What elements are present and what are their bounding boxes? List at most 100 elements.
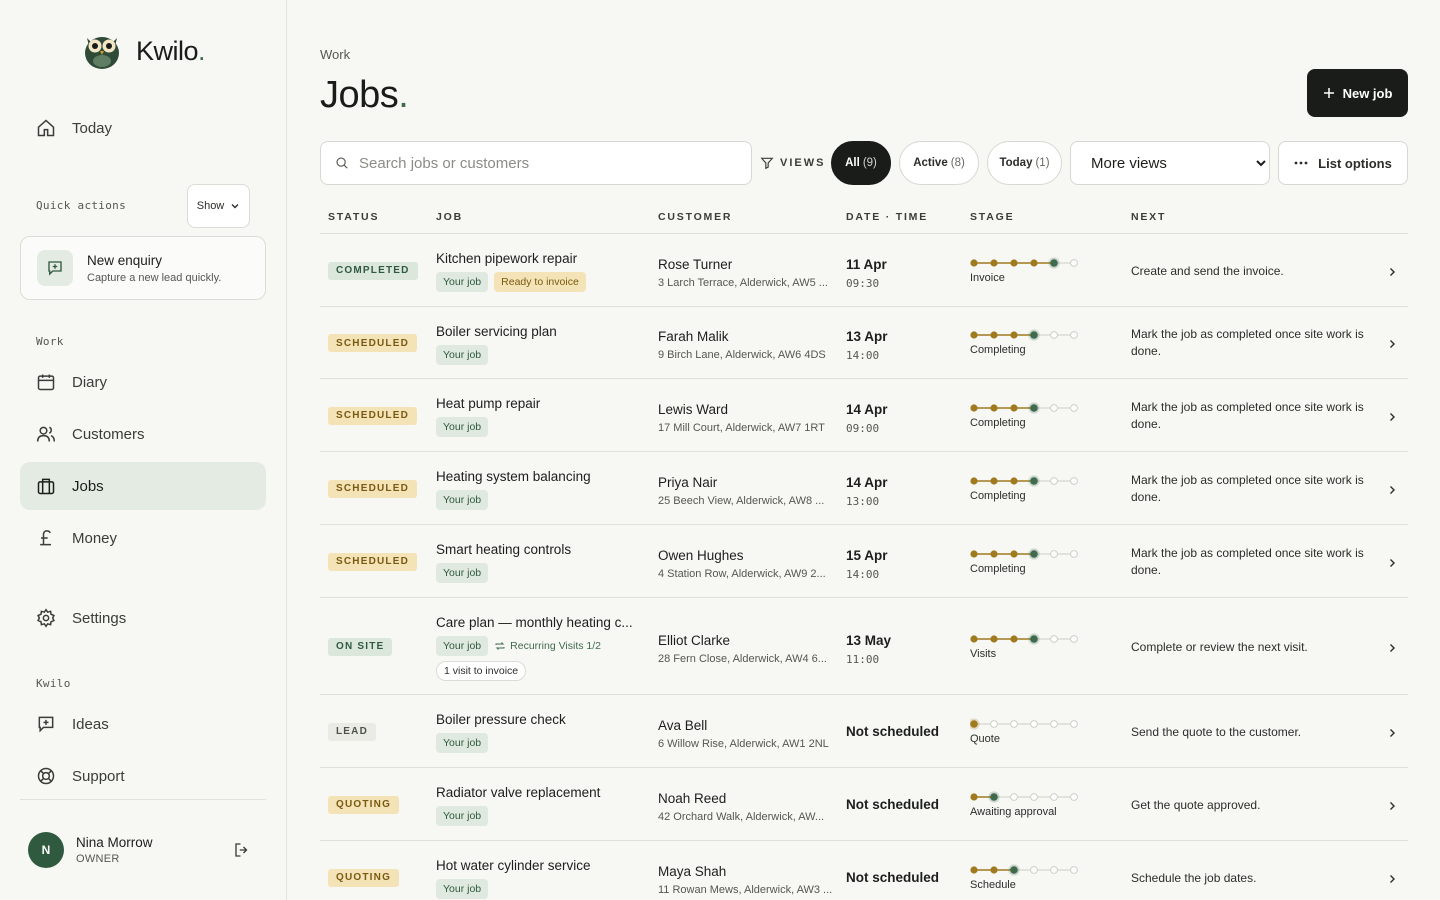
customer-name[interactable]: Priya Nair [658,475,717,490]
chevron-right-icon[interactable] [1386,872,1398,890]
job-tag: Your job [436,417,489,437]
customer-name[interactable]: Ava Bell [658,718,707,733]
table-row[interactable]: LEAD Boiler pressure check Your job Ava Bel… [320,694,1408,767]
view-pill-today[interactable]: Today (1) [987,141,1062,185]
stage-progress [970,632,1078,645]
job-title[interactable]: Boiler pressure check [436,712,566,727]
job-date: 14 Apr [846,474,888,490]
chevron-right-icon[interactable] [1386,337,1398,355]
new-enquiry-quick-action[interactable]: New enquiry Capture a new lead quickly. [20,236,266,300]
stage-progress [970,863,1078,876]
table-row[interactable]: SCHEDULED Boiler servicing plan Your job Fa… [320,306,1408,378]
job-title[interactable]: Heating system balancing [436,469,591,484]
job-title[interactable]: Heat pump repair [436,396,540,411]
logout-icon[interactable] [233,841,251,864]
job-title[interactable]: Radiator valve replacement [436,785,600,800]
chevron-right-icon[interactable] [1386,799,1398,817]
job-title[interactable]: Hot water cylinder service [436,858,591,873]
stage-dot-current [1030,403,1038,412]
square-plus-icon [38,716,54,733]
stage-cell: Schedule [970,863,1080,891]
customer-address: 42 Orchard Walk, Alderwick, AW... [658,810,825,823]
brand-logo[interactable]: Kwilo. [80,28,206,75]
stage-label: Schedule [970,878,1016,891]
status-badge: QUOTING [328,868,400,887]
breadcrumb[interactable]: Work [320,47,350,62]
stage-cell: Awaiting approval [970,790,1080,818]
user-role: OWNER [76,853,120,865]
customer-name[interactable]: Owen Hughes [658,548,744,563]
stage-label: Completing [970,416,1026,429]
stage-dot-current [1010,865,1018,874]
work-section-label: Work [36,335,64,348]
chevron-right-icon[interactable] [1386,483,1398,501]
chevron-right-icon[interactable] [1386,726,1398,744]
brand-name: Kwilo. [136,36,206,66]
stage-dot-current [1030,331,1038,339]
stage-dot-todo [1050,792,1058,801]
sidebar-item-label: Ideas [72,715,109,733]
job-title[interactable]: Care plan — monthly heating c... [436,615,633,630]
sidebar-item-diary[interactable]: Diary [20,358,266,406]
table-row[interactable]: QUOTING Radiator valve replacement Your jo… [320,767,1408,840]
table-row[interactable]: COMPLETED Kitchen pipework repair Your job… [320,233,1408,306]
job-tag: Your job [436,563,489,583]
table-row[interactable]: SCHEDULED Heat pump repair Your job Lewis W… [320,378,1408,451]
search-input[interactable] [359,154,739,172]
customer-name[interactable]: Elliot Clarke [658,633,730,648]
view-pill-active[interactable]: Active (8) [899,141,979,185]
sidebar-item-label: Support [72,767,125,785]
chevron-right-icon[interactable] [1386,410,1398,428]
job-title[interactable]: Smart heating controls [436,542,571,557]
stage-dot-todo [1070,331,1078,339]
customer-address: 4 Station Row, Alderwick, AW9 2... [658,567,826,580]
filter-icon [760,157,774,170]
stage-label: Completing [970,344,1026,356]
chevron-down-icon [231,204,239,209]
job-tag: Your job [436,490,489,510]
sidebar-item-today[interactable]: Today [20,104,266,152]
table-row[interactable]: SCHEDULED Heating system balancing Your jo… [320,451,1408,524]
sidebar-item-money[interactable]: Money [20,514,266,562]
customer-address: 17 Mill Court, Alderwick, AW7 1RT [658,421,825,434]
table-row[interactable]: SCHEDULED Smart heating controls Your job O… [320,524,1408,597]
table-row[interactable]: QUOTING Hot water cylinder service Your jo… [320,840,1408,900]
customer-name[interactable]: Farah Malik [658,329,729,344]
sidebar-item-ideas[interactable]: Ideas [20,700,266,748]
customer-name[interactable]: Lewis Ward [658,402,728,417]
sidebar-item-jobs[interactable]: Jobs [20,462,266,510]
sidebar-item-customers[interactable]: Customers [20,410,266,458]
next-step: Mark the job as completed once site work… [1131,472,1364,504]
stage-dot-todo [1070,403,1078,412]
show-label: Show [196,200,225,212]
customer-name[interactable]: Maya Shah [658,864,726,879]
customer-name[interactable]: Rose Turner [658,257,732,272]
job-title[interactable]: Boiler servicing plan [436,324,557,339]
status-badge: ON SITE [328,637,393,656]
show-quick-actions-button[interactable]: Show [187,184,250,228]
job-title[interactable]: Kitchen pipework repair [436,251,577,266]
user-profile[interactable]: N Nina Morrow OWNER [28,832,153,868]
customer-name[interactable]: Noah Reed [658,791,726,806]
more-horizontal-icon [1294,161,1308,165]
job-tags: Your job [436,490,646,510]
stage-dot-done [1010,549,1018,558]
sidebar-item-support[interactable]: Support [20,752,266,800]
sidebar: Kwilo. Today Quick actions Show New enqu… [0,0,287,900]
job-tags: Your job Ready to invoice [436,272,646,292]
briefcase-icon [37,478,55,495]
sidebar-item-settings[interactable]: Settings [20,594,266,642]
gear-icon [37,608,55,628]
view-pill-all[interactable]: All (9) [831,141,891,185]
table-row[interactable]: ON SITE Care plan — monthly heating c... Y… [320,597,1408,694]
stage-dot-todo [1070,549,1078,558]
new-job-button[interactable]: New job [1307,69,1408,117]
stage-dot-todo [1010,719,1018,728]
more-views-select[interactable]: More views [1070,141,1270,185]
chevron-right-icon[interactable] [1386,556,1398,574]
chevron-right-icon[interactable] [1386,641,1398,659]
status-badge: SCHEDULED [328,479,418,498]
chevron-right-icon[interactable] [1386,265,1398,283]
list-options-button[interactable]: List options [1278,141,1408,185]
stage-dot-todo [1050,634,1058,643]
